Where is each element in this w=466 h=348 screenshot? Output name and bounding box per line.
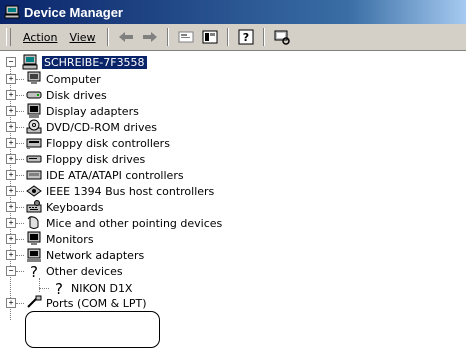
expand-toggle[interactable]: + — [6, 186, 16, 196]
menu-view[interactable]: View — [63, 29, 101, 46]
tree-category-item[interactable]: + IDE ATA/ATAPI controllers — [6, 167, 184, 183]
expand-toggle[interactable]: + — [6, 298, 16, 308]
toolbar-separator — [166, 28, 169, 46]
toolbar-grip[interactable] — [6, 28, 11, 46]
computer-root-icon — [22, 54, 38, 70]
tree-connector — [16, 239, 24, 240]
tree-category-item[interactable]: + Floppy disk controllers — [6, 135, 170, 151]
expand-toggle[interactable]: + — [6, 234, 16, 244]
network-adapter-icon — [26, 247, 42, 263]
expand-toggle[interactable]: + — [6, 202, 16, 212]
ieee1394-icon — [26, 183, 42, 199]
tree-connector — [16, 143, 24, 144]
expand-toggle[interactable]: + — [6, 218, 16, 228]
tree-connector — [16, 159, 24, 160]
tree-category-item[interactable]: + Disk drives — [6, 87, 107, 103]
cdrom-icon — [26, 119, 42, 135]
toolbar-separator — [226, 28, 229, 46]
tree-connector — [16, 175, 24, 176]
expand-toggle[interactable]: + — [6, 250, 16, 260]
tree-connector — [16, 255, 24, 256]
properties-icon[interactable] — [176, 28, 196, 46]
tree-item-label: Network adapters — [46, 248, 145, 262]
collapse-toggle[interactable]: − — [6, 57, 16, 67]
tree-connector — [16, 271, 24, 272]
tree-item-label: Disk drives — [46, 88, 107, 102]
computer-icon — [26, 71, 42, 87]
port-icon — [26, 295, 42, 311]
unknown-device-icon: ? — [51, 280, 67, 296]
expand-toggle[interactable]: + — [6, 122, 16, 132]
tree-connector — [16, 95, 24, 96]
display-adapter-icon — [26, 103, 42, 119]
window-title: Device Manager — [24, 4, 123, 20]
tree-item-label: Floppy disk controllers — [46, 136, 170, 150]
tree-item-label: IEEE 1394 Bus host controllers — [46, 184, 215, 198]
tree-connector — [16, 223, 24, 224]
tree-category-item[interactable]: + Mice and other pointing devices — [6, 215, 222, 231]
tree-item-label: Ports (COM & LPT) — [46, 296, 147, 310]
title-bar: Device Manager — [0, 0, 466, 24]
tree-child-item[interactable]: ? NIKON D1X — [35, 280, 132, 296]
tree-item-label: DVD/CD-ROM drives — [46, 120, 157, 134]
tree-category-item[interactable]: + Ports (COM & LPT) — [6, 295, 147, 311]
toolbar-separator — [262, 28, 265, 46]
tree-item-label: IDE ATA/ATAPI controllers — [46, 168, 184, 182]
expand-toggle[interactable]: + — [6, 154, 16, 164]
floppy-controller-icon — [26, 135, 42, 151]
view-icon[interactable] — [200, 28, 220, 46]
svg-text:?: ? — [30, 263, 38, 279]
scan-hardware-icon[interactable] — [272, 28, 292, 46]
expand-toggle[interactable]: + — [6, 138, 16, 148]
svg-text:?: ? — [55, 280, 63, 296]
device-manager-icon — [4, 4, 20, 20]
keyboard-icon — [26, 199, 42, 215]
tree-category-item[interactable]: + DVD/CD-ROM drives — [6, 119, 157, 135]
tree-connector — [16, 111, 24, 112]
tree-category-item[interactable]: + Floppy disk drives — [6, 151, 145, 167]
tree-connector — [16, 303, 24, 304]
forward-icon[interactable] — [140, 28, 160, 46]
tree-item-label: Floppy disk drives — [46, 152, 146, 166]
device-tree: − SCHREIBE-7F3558 + Computer + Disk drives +… — [0, 51, 466, 348]
tree-connector — [16, 191, 24, 192]
tree-root[interactable]: − SCHREIBE-7F3558 — [6, 54, 147, 70]
tree-connector — [16, 127, 24, 128]
unknown-device-icon: ? — [26, 263, 42, 279]
menu-action[interactable]: Action — [17, 29, 63, 46]
ide-controller-icon — [26, 167, 42, 183]
tree-category-item[interactable]: + Computer — [6, 71, 101, 87]
mouse-icon — [26, 215, 42, 231]
tree-item-label: Computer — [46, 72, 101, 86]
tree-connector — [16, 79, 24, 80]
tree-category-item[interactable]: −? Other devices — [6, 263, 123, 279]
expand-toggle[interactable]: + — [6, 74, 16, 84]
expand-toggle[interactable]: + — [6, 106, 16, 116]
tree-category-item[interactable]: + Keyboards — [6, 199, 103, 215]
tree-item-label: Mice and other pointing devices — [46, 216, 223, 230]
floppy-drive-icon — [26, 151, 42, 167]
toolbar-separator — [106, 28, 109, 46]
menu-toolbar: Action View ? — [0, 24, 466, 51]
tree-root-label: SCHREIBE-7F3558 — [42, 55, 147, 69]
expand-toggle[interactable]: + — [6, 170, 16, 180]
svg-text:?: ? — [242, 31, 248, 44]
tree-connector — [16, 207, 24, 208]
help-icon[interactable]: ? — [236, 28, 256, 46]
tree-category-item[interactable]: + IEEE 1394 Bus host controllers — [6, 183, 214, 199]
tree-item-label: Monitors — [46, 232, 94, 246]
monitor-icon — [26, 231, 42, 247]
tree-category-item[interactable]: + Monitors — [6, 231, 94, 247]
tree-item-label: Keyboards — [46, 200, 104, 214]
tree-item-label: Other devices — [46, 264, 123, 278]
expand-toggle[interactable]: + — [6, 90, 16, 100]
disk-drive-icon — [26, 87, 42, 103]
tree-item-label: Display adapters — [46, 104, 139, 118]
tree-connector — [39, 288, 49, 289]
tree-item-label: NIKON D1X — [71, 281, 133, 295]
back-icon[interactable] — [116, 28, 136, 46]
collapse-toggle[interactable]: − — [6, 266, 16, 276]
tree-category-item[interactable]: + Network adapters — [6, 247, 144, 263]
tree-category-item[interactable]: + Display adapters — [6, 103, 139, 119]
